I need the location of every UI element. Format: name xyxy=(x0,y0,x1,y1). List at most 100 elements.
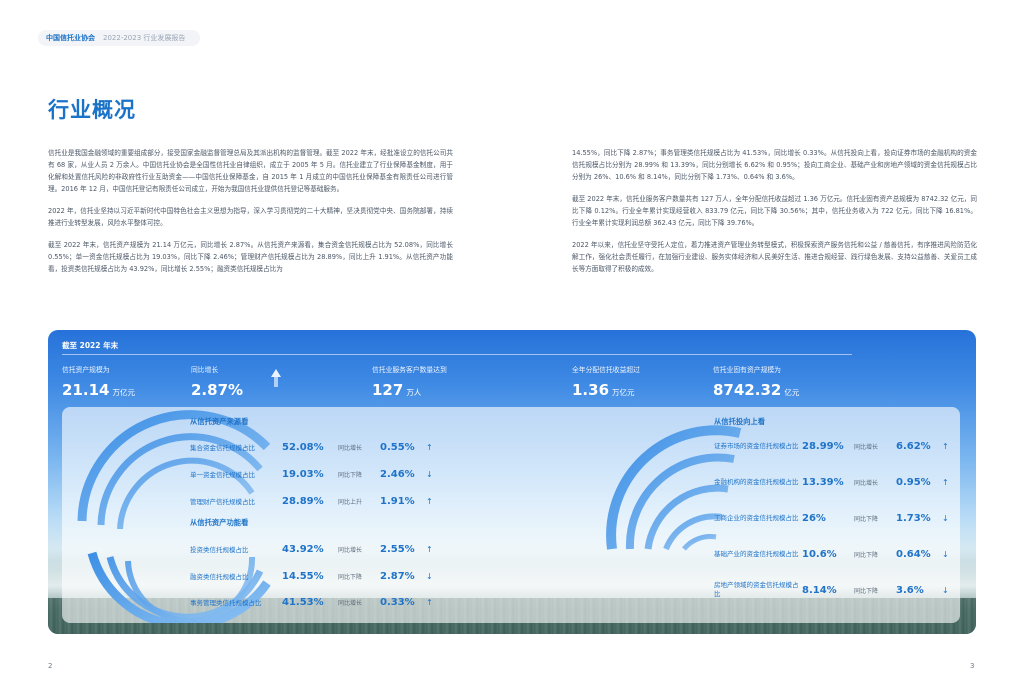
right-paragraph-3: 2022 年以来，信托业坚守受托人定位，着力推进资产管理业务转型模式，积极探索资… xyxy=(572,241,977,273)
stat-unit: 万亿元 xyxy=(612,388,635,397)
panel-heading: 截至 2022 年末 xyxy=(62,341,119,350)
header-report: 2022-2023 行业发展报告 xyxy=(103,34,186,42)
row-value: 14.55% xyxy=(282,570,324,582)
arrow-up-icon xyxy=(271,369,281,377)
stat-value: 1.36 xyxy=(572,381,610,399)
row-value: 19.03% xyxy=(282,468,324,480)
direction-row-real-estate: 房地产领域的资金信托规模占比 8.14% 同比下降 3.6% ↓ xyxy=(714,581,952,599)
row-change: 3.6% xyxy=(896,584,924,596)
row-value: 28.99% xyxy=(802,440,844,452)
header-org: 中国信托业协会 xyxy=(46,34,95,42)
source-row-property: 管理财产信托规模占比 28.89% 同比上升 1.91% ↑ xyxy=(190,492,436,510)
row-label: 管理财产信托规模占比 xyxy=(190,498,255,506)
row-trend: 同比增长 xyxy=(854,479,879,487)
row-label: 投资类信托规模占比 xyxy=(190,546,249,554)
stat-clients: 信托业服务客户数量达到 127 万人 xyxy=(372,364,447,399)
row-label: 金融机构的资金信托规模占比 xyxy=(714,477,799,486)
stat-value: 8742.32 xyxy=(713,381,782,399)
row-trend: 同比增长 xyxy=(338,546,363,554)
row-label: 事务管理类信托规模占比 xyxy=(190,599,262,607)
direction-section-title: 从信托投向上看 xyxy=(714,417,766,426)
left-text-column: 信托业是我国金融领域的重要组成部分，接受国家金融监督管理总局及其派出机构的监督管… xyxy=(48,147,453,285)
row-value: 41.53% xyxy=(282,596,324,608)
row-value: 8.14% xyxy=(802,584,837,596)
arrow-down-icon: ↓ xyxy=(942,585,949,595)
row-change: 0.95% xyxy=(896,476,931,488)
row-value: 28.89% xyxy=(282,495,324,507)
row-label: 工商企业的资金信托规模占比 xyxy=(714,513,799,522)
stat-label: 信托业服务客户数量达到 xyxy=(372,366,447,374)
function-row-investment: 投资类信托规模占比 43.92% 同比增长 2.55% ↑ xyxy=(190,540,436,558)
row-label: 集合资金信托规模占比 xyxy=(190,444,255,452)
arrow-up-icon: ↑ xyxy=(426,597,433,607)
row-trend: 同比下降 xyxy=(854,515,879,523)
function-section-title: 从信托资产功能看 xyxy=(190,518,249,527)
row-change: 1.73% xyxy=(896,512,931,524)
row-change: 2.87% xyxy=(380,570,415,582)
row-trend: 同比下降 xyxy=(854,587,879,595)
row-change: 1.91% xyxy=(380,495,415,507)
row-change: 2.46% xyxy=(380,468,415,480)
direction-row-securities: 证券市场的资金信托规模占比 28.99% 同比增长 6.62% ↑ xyxy=(714,437,952,455)
header-pill: 中国信托业协会 2022-2023 行业发展报告 xyxy=(38,30,200,46)
stat-unit: 亿元 xyxy=(784,388,800,397)
stat-label: 信托业固有资产规模为 xyxy=(713,366,781,374)
page-number-right: 3 xyxy=(970,662,975,670)
source-row-single: 单一资金信托规模占比 19.03% 同比下降 2.46% ↓ xyxy=(190,465,436,483)
source-row-collective: 集合资金信托规模占比 52.08% 同比增长 0.55% ↑ xyxy=(190,438,436,456)
right-paragraph-2: 截至 2022 年末，信托业服务客户数量共有 127 万人，全年分配信托收益超过… xyxy=(572,195,977,227)
stat-unit: 万亿元 xyxy=(112,388,135,397)
stat-distribution: 全年分配信托收益超过 1.36 万亿元 xyxy=(572,364,640,399)
right-arc-2 xyxy=(625,453,735,550)
page-title: 行业概况 xyxy=(48,98,136,122)
right-arc-5 xyxy=(682,534,717,551)
direction-row-industrial: 工商企业的资金信托规模占比 26% 同比下降 1.73% ↓ xyxy=(714,509,952,527)
arrow-down-icon: ↓ xyxy=(942,513,949,523)
panel-divider xyxy=(62,354,852,355)
left-paragraph-3: 截至 2022 年末，信托资产规模为 21.14 万亿元，同比增长 2.87%。… xyxy=(48,241,453,273)
stat-unit: 万人 xyxy=(406,388,422,397)
arrow-up-icon: ↑ xyxy=(942,441,949,451)
arrow-up-icon: ↑ xyxy=(942,477,949,487)
row-label: 单一资金信托规模占比 xyxy=(190,471,255,479)
row-label: 融资类信托规模占比 xyxy=(190,573,249,581)
stat-value: 21.14 xyxy=(62,381,110,399)
row-change: 0.64% xyxy=(896,548,931,560)
left-arc-4 xyxy=(87,551,271,623)
row-trend: 同比下降 xyxy=(854,551,879,559)
left-paragraph-2: 2022 年，信托业坚持以习近平新时代中国特色社会主义思想为指导，深入学习贯彻党… xyxy=(48,207,453,227)
stat-value: 2.87% xyxy=(191,381,244,399)
row-label: 证券市场的资金信托规模占比 xyxy=(714,441,799,450)
left-paragraph-1: 信托业是我国金融领域的重要组成部分，接受国家金融监督管理总局及其派出机构的监督管… xyxy=(48,149,453,193)
right-text-column: 14.55%，同比下降 2.87%；事务管理类信托规模占比为 41.53%，同比… xyxy=(572,147,977,285)
row-label: 房地产领域的资金信托规模占比 xyxy=(714,581,799,598)
row-value: 13.39% xyxy=(802,476,844,488)
stat-label: 同比增长 xyxy=(191,366,219,374)
stat-label: 全年分配信托收益超过 xyxy=(572,366,640,374)
row-change: 2.55% xyxy=(380,543,415,555)
right-paragraph-1: 14.55%，同比下降 2.87%；事务管理类信托规模占比为 41.53%，同比… xyxy=(572,149,977,181)
arrow-up-icon: ↑ xyxy=(426,544,433,554)
row-trend: 同比下降 xyxy=(338,471,363,479)
arrow-down-icon: ↓ xyxy=(426,571,433,581)
stat-trust-assets: 信托资产规模为 21.14 万亿元 xyxy=(62,364,135,399)
row-trend: 同比增长 xyxy=(854,443,879,451)
breakdown-card: 从信托资产来源看 集合资金信托规模占比 52.08% 同比增长 0.55% ↑ … xyxy=(62,407,960,623)
stats-panel: 截至 2022 年末 信托资产规模为 21.14 万亿元 同比增长 2.87% 信… xyxy=(48,330,976,634)
function-row-administration: 事务管理类信托规模占比 41.53% 同比增长 0.33% ↑ xyxy=(190,593,436,611)
row-trend: 同比下降 xyxy=(338,573,363,581)
arrow-up-icon-stem xyxy=(274,377,278,387)
row-trend: 同比增长 xyxy=(338,444,363,452)
direction-row-financial: 金融机构的资金信托规模占比 13.39% 同比增长 0.95% ↑ xyxy=(714,473,952,491)
arrow-down-icon: ↓ xyxy=(426,469,433,479)
arrow-up-icon: ↑ xyxy=(426,442,433,452)
stat-label: 信托资产规模为 xyxy=(62,366,110,374)
row-change: 0.33% xyxy=(380,596,415,608)
arrow-up-icon: ↑ xyxy=(426,496,433,506)
function-row-financing: 融资类信托规模占比 14.55% 同比下降 2.87% ↓ xyxy=(190,567,436,585)
source-section-title: 从信托资产来源看 xyxy=(190,417,249,426)
row-change: 6.62% xyxy=(896,440,931,452)
row-value: 10.6% xyxy=(802,548,837,560)
row-trend: 同比上升 xyxy=(338,498,363,506)
direction-row-infrastructure: 基础产业的资金信托规模占比 10.6% 同比下降 0.64% ↓ xyxy=(714,545,952,563)
